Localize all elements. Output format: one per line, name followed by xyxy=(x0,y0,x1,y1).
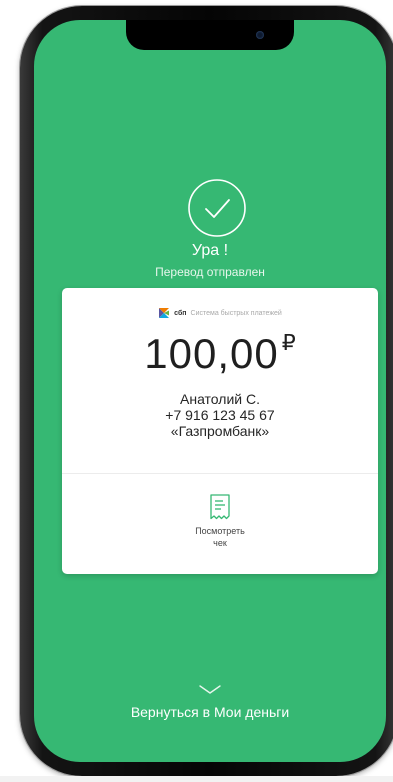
notch xyxy=(126,20,294,50)
view-receipt-label: Посмотреть чек xyxy=(180,525,260,549)
check-circle-icon xyxy=(188,179,246,237)
success-subtitle: Перевод отправлен xyxy=(155,265,265,279)
view-receipt-button[interactable]: Посмотреть чек xyxy=(180,494,260,564)
phone-screen: Ура ! Перевод отправлен сбп Система быст… xyxy=(34,20,386,762)
card-divider xyxy=(62,473,378,474)
recipient-bank: «Газпромбанк» xyxy=(170,423,270,439)
sbp-brand: сбп xyxy=(174,309,187,317)
sbp-name: Система быстрых платежей xyxy=(190,309,282,317)
view-receipt-label-line1: Посмотреть xyxy=(195,526,245,536)
receipt-icon xyxy=(210,494,230,520)
recipient-phone: +7 916 123 45 67 xyxy=(165,407,275,423)
bottom-band xyxy=(0,776,393,782)
front-camera xyxy=(256,31,264,39)
success-title: Ура ! xyxy=(191,242,229,259)
transfer-amount: 100,00 ₽ xyxy=(62,330,378,378)
currency-symbol: ₽ xyxy=(281,330,296,355)
recipient-details: Анатолий С. +7 916 123 45 67 «Газпромбан… xyxy=(62,391,378,439)
sbp-header: сбп Система быстрых платежей xyxy=(62,306,378,320)
recipient-name: Анатолий С. xyxy=(180,391,260,407)
amount-value: 100,00 xyxy=(144,330,279,377)
sbp-logo-icon xyxy=(159,308,170,318)
back-to-my-money-link[interactable]: Вернуться в Мои деньги xyxy=(34,704,386,720)
transfer-card: сбп Система быстрых платежей 100,00 ₽ Ана… xyxy=(62,288,378,574)
chevron-down-icon[interactable] xyxy=(198,684,222,696)
view-receipt-label-line2: чек xyxy=(213,538,227,548)
